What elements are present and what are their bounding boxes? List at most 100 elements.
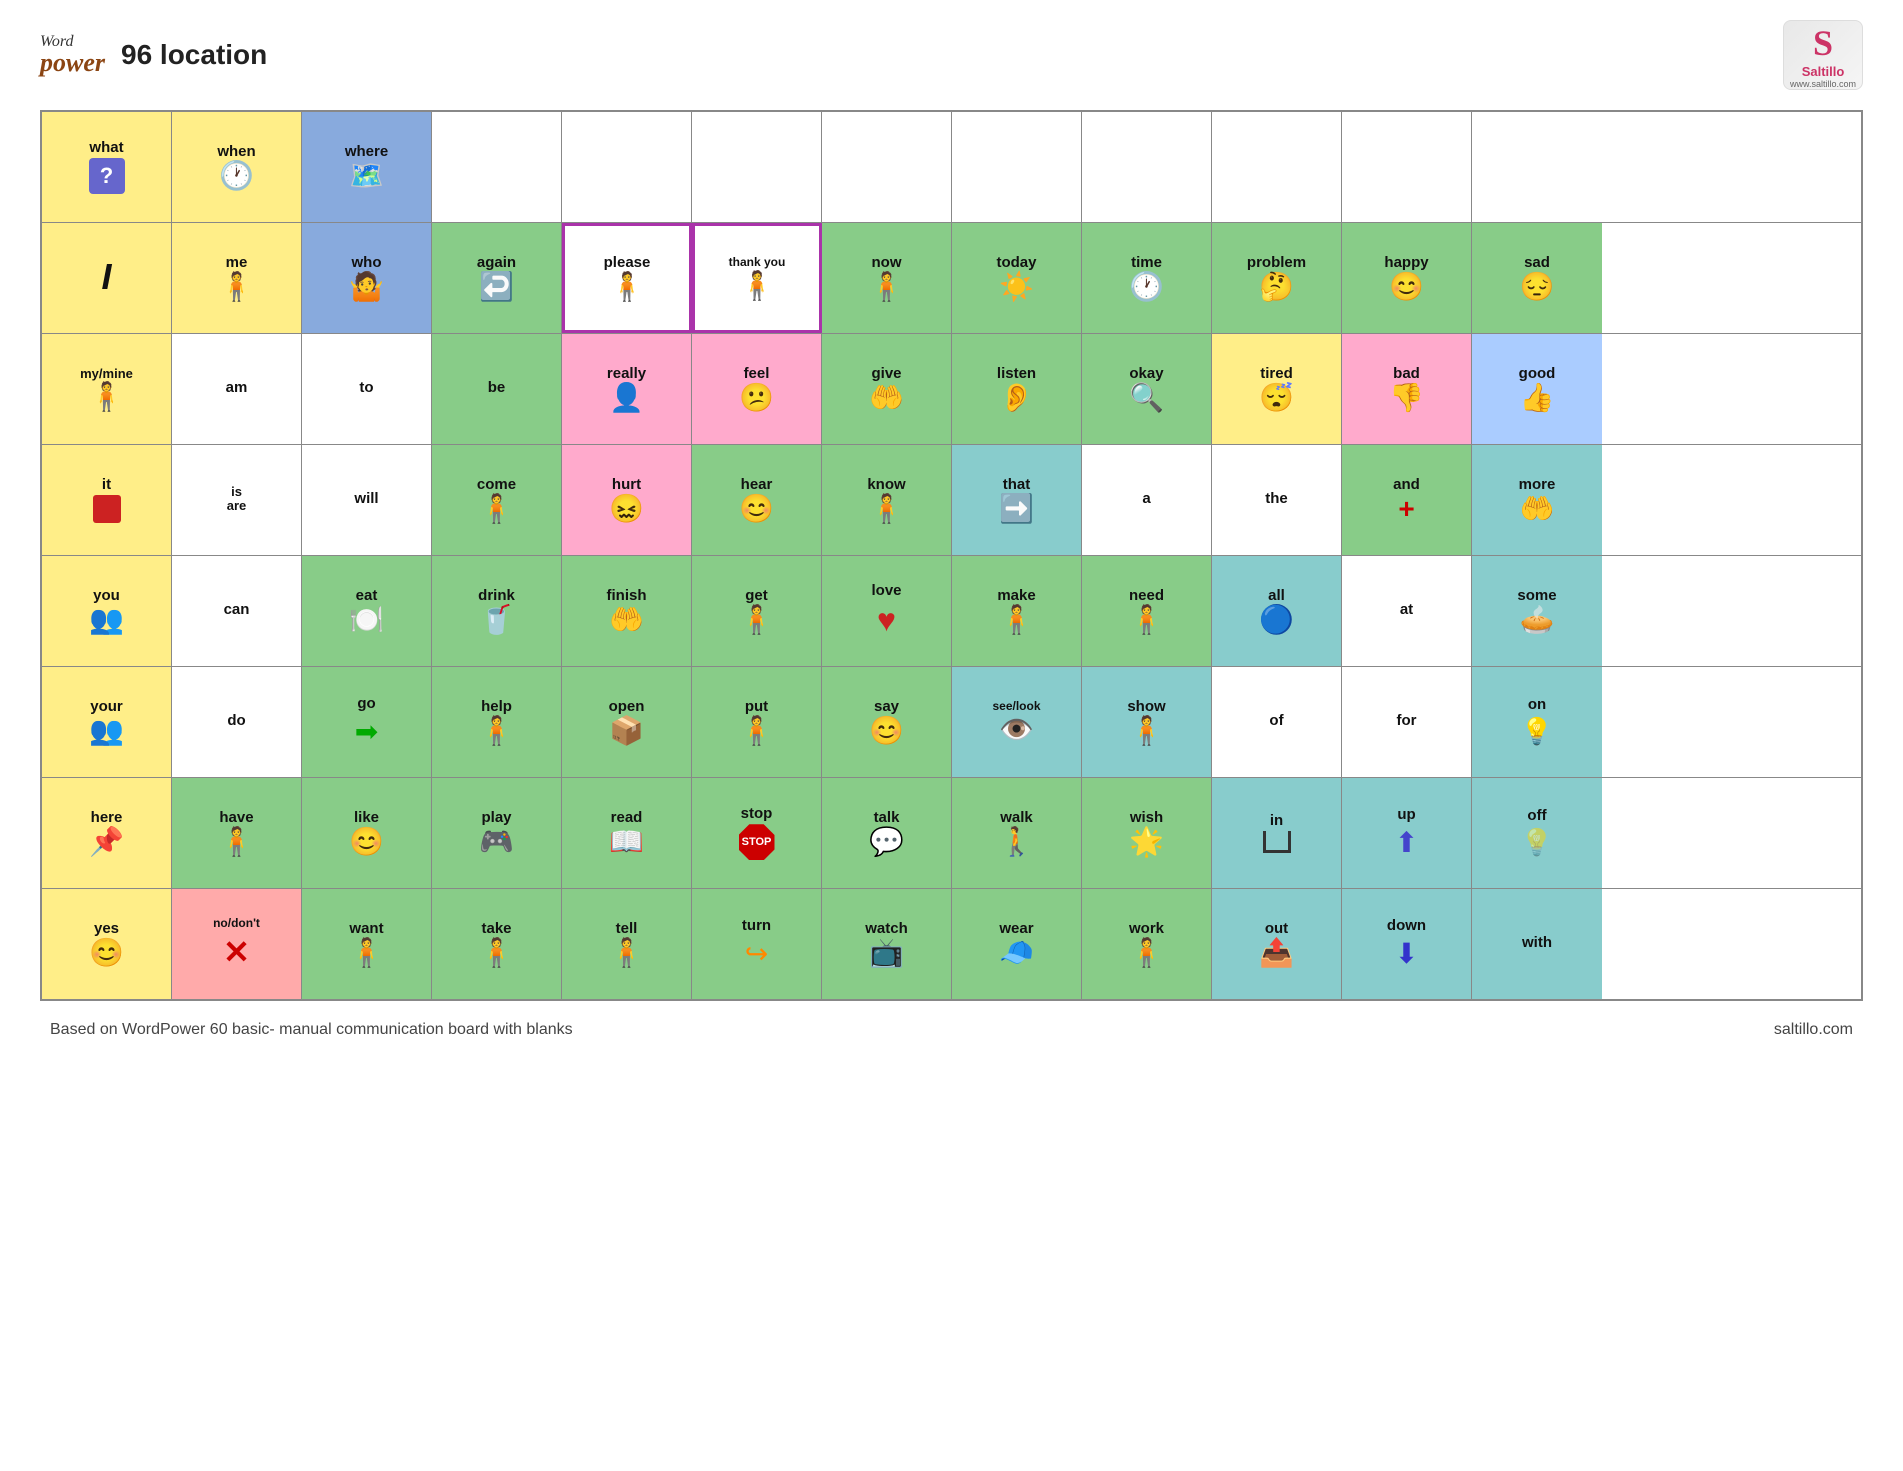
cell-walk[interactable]: walk 🚶 (952, 778, 1082, 888)
cell-mymine[interactable]: my/mine 🧍 (42, 334, 172, 444)
want-icon: 🧍 (349, 939, 384, 967)
cell-again[interactable]: again ↩️ (432, 223, 562, 333)
cell-do[interactable]: do (172, 667, 302, 777)
cell-at[interactable]: at (1342, 556, 1472, 666)
cell-yes[interactable]: yes 😊 (42, 889, 172, 999)
cell-no[interactable]: no/don't ✕ (172, 889, 302, 999)
cell-tell[interactable]: tell 🧍 (562, 889, 692, 999)
cell-sad[interactable]: sad 😔 (1472, 223, 1602, 333)
cell-with[interactable]: with (1472, 889, 1602, 999)
cell-today[interactable]: today ☀️ (952, 223, 1082, 333)
cell-put[interactable]: put 🧍 (692, 667, 822, 777)
cell-what[interactable]: what ? (42, 112, 172, 222)
cell-show[interactable]: show 🧍 (1082, 667, 1212, 777)
cell-talk[interactable]: talk 💬 (822, 778, 952, 888)
cell-can[interactable]: can (172, 556, 302, 666)
cell-here[interactable]: here 📌 (42, 778, 172, 888)
cell-out-label: out (1265, 921, 1288, 938)
cell-bad[interactable]: bad 👎 (1342, 334, 1472, 444)
cell-please[interactable]: please 🧍 (562, 223, 692, 333)
cell-play[interactable]: play 🎮 (432, 778, 562, 888)
cell-wish[interactable]: wish 🌟 (1082, 778, 1212, 888)
cell-okay[interactable]: okay 🔍 (1082, 334, 1212, 444)
cell-empty-1-4 (432, 112, 562, 222)
cell-me[interactable]: me 🧍 (172, 223, 302, 333)
cell-say[interactable]: say 😊 (822, 667, 952, 777)
cell-all[interactable]: all 🔵 (1212, 556, 1342, 666)
cell-on[interactable]: on 💡 (1472, 667, 1602, 777)
cell-where[interactable]: where 🗺️ (302, 112, 432, 222)
cell-help[interactable]: help 🧍 (432, 667, 562, 777)
cell-seelook[interactable]: see/look 👁️ (952, 667, 1082, 777)
cell-down[interactable]: down ⬇ (1342, 889, 1472, 999)
cell-listen[interactable]: listen 👂 (952, 334, 1082, 444)
cell-feel[interactable]: feel 😕 (692, 334, 822, 444)
cell-really[interactable]: really 👤 (562, 334, 692, 444)
saltillo-logo: S Saltillo www.saltillo.com (1783, 20, 1863, 90)
cell-on-label: on (1528, 697, 1546, 714)
cell-of[interactable]: of (1212, 667, 1342, 777)
cell-eat-label: eat (356, 588, 378, 605)
cell-up[interactable]: up ⬆ (1342, 778, 1472, 888)
cell-in[interactable]: in (1212, 778, 1342, 888)
say-icon: 😊 (869, 717, 904, 745)
cell-and-label: and (1393, 477, 1420, 494)
cell-give[interactable]: give 🤲 (822, 334, 952, 444)
cell-time[interactable]: time 🕐 (1082, 223, 1212, 333)
cell-will[interactable]: will (302, 445, 432, 555)
cell-I[interactable]: I (42, 223, 172, 333)
cell-a[interactable]: a (1082, 445, 1212, 555)
cell-get[interactable]: get 🧍 (692, 556, 822, 666)
cell-stop[interactable]: stop STOP (692, 778, 822, 888)
cell-make[interactable]: make 🧍 (952, 556, 1082, 666)
cell-get-label: get (745, 588, 768, 605)
cell-thankyou[interactable]: thank you 🧍 (692, 223, 822, 333)
cell-when[interactable]: when 🕐 (172, 112, 302, 222)
cell-read[interactable]: read 📖 (562, 778, 692, 888)
cell-your-label: your (90, 699, 123, 716)
cell-want[interactable]: want 🧍 (302, 889, 432, 999)
cell-come[interactable]: come 🧍 (432, 445, 562, 555)
cell-is-are[interactable]: isare (172, 445, 302, 555)
cell-happy[interactable]: happy 😊 (1342, 223, 1472, 333)
cell-drink[interactable]: drink 🥤 (432, 556, 562, 666)
cell-to[interactable]: to (302, 334, 432, 444)
cell-watch[interactable]: watch 📺 (822, 889, 952, 999)
cell-out[interactable]: out 📤 (1212, 889, 1342, 999)
cell-wish-label: wish (1130, 810, 1163, 827)
cell-finish[interactable]: finish 🤲 (562, 556, 692, 666)
cell-good[interactable]: good 👍 (1472, 334, 1602, 444)
cell-now[interactable]: now 🧍 (822, 223, 952, 333)
cell-off[interactable]: off 💡 (1472, 778, 1602, 888)
cell-go[interactable]: go ➡ (302, 667, 432, 777)
cell-for[interactable]: for (1342, 667, 1472, 777)
cell-open[interactable]: open 📦 (562, 667, 692, 777)
cell-the[interactable]: the (1212, 445, 1342, 555)
cell-your[interactable]: your 👥 (42, 667, 172, 777)
cell-like[interactable]: like 😊 (302, 778, 432, 888)
cell-wear[interactable]: wear 🧢 (952, 889, 1082, 999)
cell-tired[interactable]: tired 😴 (1212, 334, 1342, 444)
come-icon: 🧍 (479, 495, 514, 523)
cell-take[interactable]: take 🧍 (432, 889, 562, 999)
cell-eat[interactable]: eat 🍽️ (302, 556, 432, 666)
time-icon: 🕐 (1129, 273, 1164, 301)
cell-love[interactable]: love ♥ (822, 556, 952, 666)
cell-some[interactable]: some 🥧 (1472, 556, 1602, 666)
cell-problem[interactable]: problem 🤔 (1212, 223, 1342, 333)
cell-it[interactable]: it (42, 445, 172, 555)
cell-turn[interactable]: turn ↪ (692, 889, 822, 999)
cell-and[interactable]: and + (1342, 445, 1472, 555)
cell-have[interactable]: have 🧍 (172, 778, 302, 888)
cell-need[interactable]: need 🧍 (1082, 556, 1212, 666)
cell-that[interactable]: that ➡️ (952, 445, 1082, 555)
cell-hear[interactable]: hear 😊 (692, 445, 822, 555)
cell-you[interactable]: you 👥 (42, 556, 172, 666)
cell-who[interactable]: who 🤷 (302, 223, 432, 333)
cell-know[interactable]: know 🧍 (822, 445, 952, 555)
cell-am[interactable]: am (172, 334, 302, 444)
cell-more[interactable]: more 🤲 (1472, 445, 1602, 555)
cell-hurt[interactable]: hurt 😖 (562, 445, 692, 555)
cell-be[interactable]: be (432, 334, 562, 444)
cell-work[interactable]: work 🧍 (1082, 889, 1212, 999)
